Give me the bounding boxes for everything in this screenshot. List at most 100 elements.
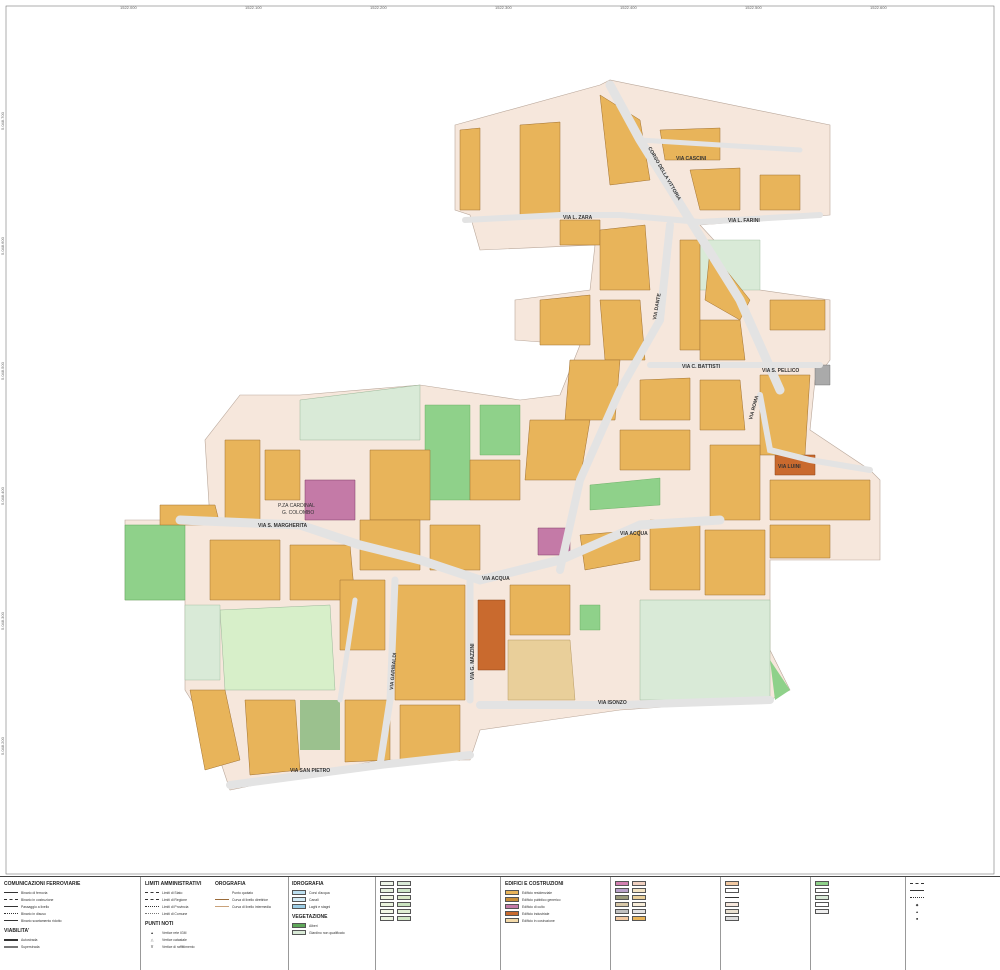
- boundary-line-icon: [145, 913, 159, 914]
- coord-label: 5.048.400: [0, 486, 5, 505]
- legend-title: LIMITI AMMINISTRATIVI: [145, 881, 202, 887]
- legend-label: Laghi e stagni: [309, 904, 331, 909]
- legend-row: Giardino non qualificato: [292, 929, 345, 936]
- building-swatch: [632, 881, 646, 886]
- vegetation-swatch: [397, 909, 411, 914]
- legend-row: [725, 908, 742, 915]
- street-label: VIA S. MARGHERITA: [258, 523, 308, 529]
- legend-label: Vertice catastale: [162, 937, 187, 942]
- street-label: VIA CASCINI: [676, 156, 707, 162]
- legend-label: Vertice rete IGM: [162, 930, 187, 935]
- building-block: [649, 519, 701, 591]
- road-line-icon: [4, 938, 18, 941]
- piazza-label: G. COLOMBO: [282, 510, 314, 516]
- green-field: [424, 404, 471, 501]
- legend-row: [615, 887, 649, 894]
- legend-row: Edificio industriale: [505, 910, 563, 917]
- legend-label: Superstrada: [21, 944, 40, 949]
- legend-row: Edificio in costruzione: [505, 917, 563, 924]
- garden-swatch: [292, 930, 306, 935]
- rail-line-icon: [4, 913, 18, 914]
- legend-label: Alberi: [309, 923, 318, 928]
- building-block: [709, 444, 761, 521]
- legend-row: [380, 915, 414, 922]
- legend-label: Punto quotato: [232, 890, 254, 895]
- industrial-swatch: [505, 911, 519, 916]
- vegetation-swatch: [380, 916, 394, 921]
- legend-label: Limiti di Comune: [162, 911, 188, 916]
- legend-label: Curva di livello intermedia: [232, 904, 271, 909]
- legend-row: Limiti di Comune: [145, 910, 201, 917]
- legend-row: [815, 880, 832, 887]
- street-label: VIA ACQUA: [620, 531, 648, 537]
- legend-row: Limiti di Stato: [145, 889, 201, 896]
- building-swatch: [632, 895, 646, 900]
- legend-row: Edificio residenziale: [505, 889, 563, 896]
- line-icon: [910, 890, 924, 891]
- building-swatch: [505, 897, 519, 902]
- legend-row: [380, 887, 414, 894]
- legend-title: EDIFICI E COSTRUZIONI: [505, 881, 564, 887]
- street-label: VIA LUINI: [778, 464, 801, 470]
- building-block: [639, 377, 691, 421]
- tree-area: [300, 700, 340, 750]
- map-canvas[interactable]: 1522.000 1522.100 1522.200 1522.300 1522…: [0, 0, 1000, 876]
- legend-row: · Punto quotato: [215, 889, 271, 896]
- legend-row: [725, 901, 742, 908]
- building-swatch: [632, 916, 646, 921]
- structure-swatch: [725, 909, 739, 914]
- green-field: [579, 604, 601, 631]
- legend-row: Autostrada: [4, 936, 80, 943]
- legend-row: Limiti di Provincia: [145, 903, 201, 910]
- green-field: [479, 404, 521, 456]
- sand-area: [507, 639, 576, 701]
- legend-divider: [288, 877, 289, 970]
- street-label: VIA L. ZARA: [563, 215, 593, 221]
- legend-row: [910, 887, 927, 894]
- side-coordinates: 5.048.700 5.048.600 5.048.500 5.048.400 …: [0, 111, 5, 755]
- legend-label: Limiti di Stato: [162, 890, 183, 895]
- coord-label: 1522.500: [745, 5, 762, 10]
- coord-label: 1522.000: [120, 5, 137, 10]
- legend-row: ◆: [910, 901, 927, 908]
- park-area: [639, 599, 771, 701]
- building-block: [244, 699, 301, 776]
- building-swatch: [615, 888, 629, 893]
- legend-row: Alberi: [292, 922, 345, 929]
- legend-section: [380, 880, 414, 922]
- green-field: [124, 524, 186, 601]
- legend-title: PUNTI NOTI: [145, 921, 174, 927]
- legend-row: [815, 901, 832, 908]
- building-block: [759, 174, 801, 211]
- legend-label: Edificio di culto: [522, 904, 545, 909]
- legend-row: ∇ Vertice di raffittimento: [145, 943, 201, 950]
- legend-label: Edificio residenziale: [522, 890, 552, 895]
- structure-swatch: [725, 916, 739, 921]
- legend-row: Binario in disuso: [4, 910, 80, 917]
- street-label: VIA SAN PIETRO: [290, 768, 330, 774]
- coord-label: 1522.200: [370, 5, 387, 10]
- point-icon: ◆: [915, 902, 919, 907]
- spot-height-icon: ·: [221, 890, 223, 895]
- legend-divider: [375, 877, 376, 970]
- building-block: [519, 121, 561, 216]
- legend-section: IDROGRAFIA Corsi d'acqua Canali Laghi e …: [292, 880, 345, 936]
- rail-line-icon: [4, 906, 18, 907]
- legend-label: Giardino non qualificato: [309, 930, 345, 935]
- road-line-icon: [4, 945, 18, 948]
- building-block: [399, 704, 461, 761]
- vegetation-swatch: [397, 916, 411, 921]
- street-label: VIA ACQUA: [482, 576, 510, 582]
- legend-label: Vertice di raffittimento: [162, 944, 195, 949]
- legend-row: [910, 880, 927, 887]
- vegetation-swatch: [397, 895, 411, 900]
- legend-label: Binario in disuso: [21, 911, 46, 916]
- vegetation-swatch: [380, 909, 394, 914]
- legend-row: [380, 880, 414, 887]
- legend-row: [380, 901, 414, 908]
- structure-swatch: [725, 888, 739, 893]
- legend-divider: [500, 877, 501, 970]
- vegetation-swatch: [380, 895, 394, 900]
- point-icon: ∇: [150, 944, 154, 949]
- line-icon: [910, 883, 924, 884]
